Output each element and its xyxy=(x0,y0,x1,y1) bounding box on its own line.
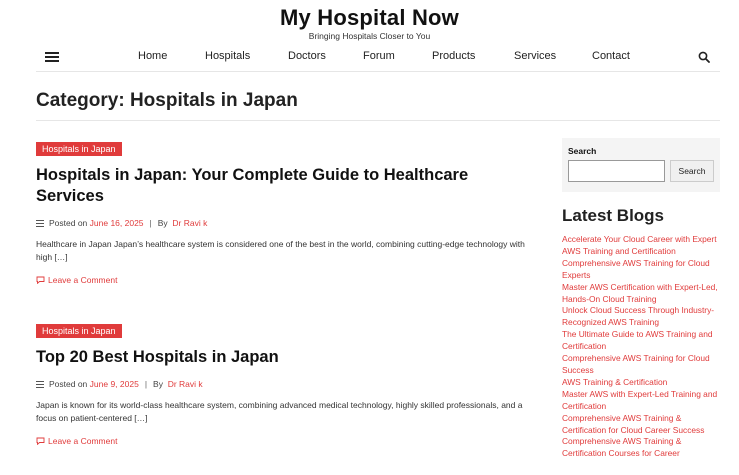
post-title[interactable]: Top 20 Best Hospitals in Japan xyxy=(36,347,536,368)
category-badge[interactable]: Hospitals in Japan xyxy=(36,142,122,156)
post-author-link[interactable]: Dr Ravi k xyxy=(168,379,203,389)
post-author-link[interactable]: Dr Ravi k xyxy=(172,218,207,228)
blog-link[interactable]: Master AWS with Expert-Led Training and … xyxy=(562,389,722,413)
latest-blogs-list: Accelerate Your Cloud Career with Expert… xyxy=(562,234,722,460)
site-tagline: Bringing Hospitals Closer to You xyxy=(308,31,431,41)
nav-item-hospitals[interactable]: Hospitals xyxy=(205,50,250,62)
meta-separator: | xyxy=(144,379,148,389)
nav-item-contact[interactable]: Contact xyxy=(592,50,630,62)
page-title: Category: Hospitals in Japan xyxy=(36,90,298,111)
by-label: By xyxy=(157,218,168,228)
leave-comment-label: Leave a Comment xyxy=(48,275,118,285)
latest-blogs-heading: Latest Blogs xyxy=(562,206,665,225)
nav-item-doctors[interactable]: Doctors xyxy=(288,50,326,62)
blog-link[interactable]: Comprehensive AWS Training for Cloud Exp… xyxy=(562,258,722,282)
post-meta: Posted on June 9, 2025 | By Dr Ravi k xyxy=(36,379,536,389)
search-input[interactable] xyxy=(568,160,665,182)
site-title[interactable]: My Hospital Now xyxy=(0,5,739,31)
post-date-link[interactable]: June 16, 2025 xyxy=(90,218,144,228)
leave-comment-link[interactable]: Leave a Comment xyxy=(36,436,536,446)
posted-on-label: Posted on xyxy=(49,379,88,389)
search-icon[interactable] xyxy=(698,51,710,63)
blog-link[interactable]: Accelerate Your Cloud Career with Expert… xyxy=(562,234,722,258)
post-excerpt: Healthcare in Japan Japan’s healthcare s… xyxy=(36,239,525,262)
nav-item-services[interactable]: Services xyxy=(514,50,556,62)
speech-bubble-icon xyxy=(36,276,45,284)
hamburger-icon[interactable] xyxy=(45,52,59,62)
blog-link[interactable]: The Ultimate Guide to AWS Training and C… xyxy=(562,329,722,353)
leave-comment-label: Leave a Comment xyxy=(48,436,118,446)
blog-link[interactable]: Comprehensive AWS Training for Cloud Suc… xyxy=(562,353,722,377)
main-navigation: Home Hospitals Doctors Forum Products Se… xyxy=(36,44,720,72)
lines-icon xyxy=(36,219,44,227)
leave-comment-link[interactable]: Leave a Comment xyxy=(36,275,536,285)
divider xyxy=(36,120,720,121)
blog-link[interactable]: Master AWS Certification with Expert-Led… xyxy=(562,282,722,306)
post-card: Hospitals in Japan Top 20 Best Hospitals… xyxy=(36,321,536,446)
blog-link[interactable]: Unlock Cloud Success Through Industry-Re… xyxy=(562,305,722,329)
sidebar-search-widget: Search Search xyxy=(562,138,720,192)
post-meta: Posted on June 16, 2025 | By Dr Ravi k xyxy=(36,218,536,228)
post-card: Hospitals in Japan Hospitals in Japan: Y… xyxy=(36,139,536,285)
category-badge[interactable]: Hospitals in Japan xyxy=(36,324,122,338)
nav-item-products[interactable]: Products xyxy=(432,50,475,62)
blog-link[interactable]: AWS Training & Certification xyxy=(562,377,722,389)
nav-item-forum[interactable]: Forum xyxy=(363,50,395,62)
blog-link[interactable]: Comprehensive AWS Training & Certificati… xyxy=(562,436,722,460)
search-label: Search xyxy=(568,146,597,156)
posted-on-label: Posted on xyxy=(49,218,88,228)
search-button[interactable]: Search xyxy=(670,160,714,182)
meta-separator: | xyxy=(149,218,152,228)
post-excerpt: Japan is known for its world-class healt… xyxy=(36,400,523,423)
blog-link[interactable]: Comprehensive AWS Training & Certificati… xyxy=(562,413,722,437)
post-title[interactable]: Hospitals in Japan: Your Complete Guide … xyxy=(36,165,536,207)
lines-icon xyxy=(36,380,44,388)
nav-item-home[interactable]: Home xyxy=(138,50,167,62)
speech-bubble-icon xyxy=(36,437,45,445)
by-label: By xyxy=(153,379,163,389)
post-date-link[interactable]: June 9, 2025 xyxy=(90,379,139,389)
